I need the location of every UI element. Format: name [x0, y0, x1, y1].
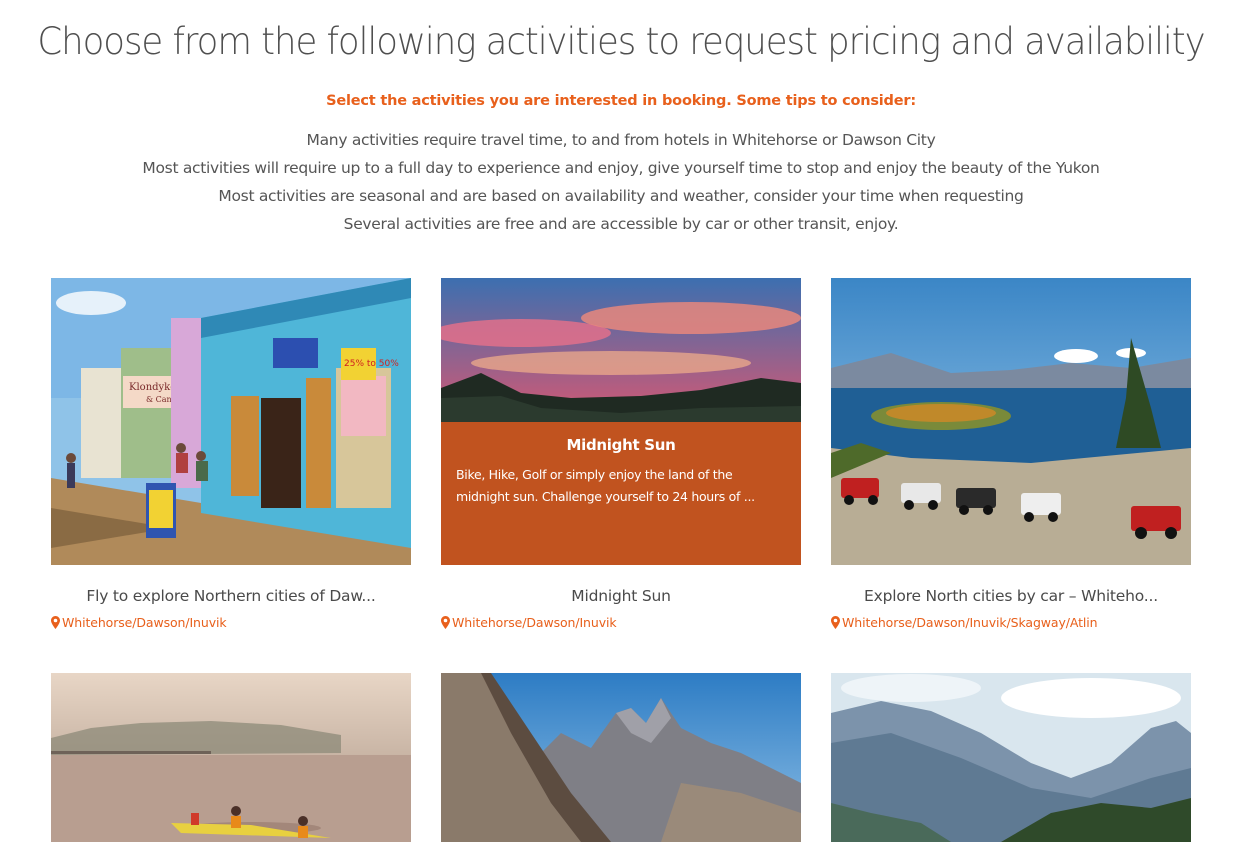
- map-marker-icon: [831, 616, 840, 629]
- activity-card[interactable]: Explore North cities by car – Whiteho...…: [831, 278, 1191, 630]
- activity-title[interactable]: Fly to explore Northern cities of Daw...: [51, 587, 411, 605]
- overlay-title: Midnight Sun: [566, 436, 676, 454]
- activity-image-midnight-sun[interactable]: Midnight Sun Bike, Hike, Golf or simply …: [441, 278, 801, 565]
- page: Choose from the following activities to …: [0, 0, 1242, 842]
- tip-item: Several activities are free and are acce…: [343, 215, 899, 233]
- activity-image-lake-jeeps[interactable]: [831, 278, 1191, 565]
- tips-heading: Select the activities you are interested…: [326, 93, 916, 109]
- activity-hover-overlay[interactable]: Midnight Sun Bike, Hike, Golf or simply …: [441, 422, 801, 565]
- activity-image-mountain-peaks[interactable]: [441, 673, 801, 842]
- activity-card[interactable]: [441, 673, 801, 842]
- page-title: Choose from the following activities to …: [37, 20, 1205, 63]
- activity-title[interactable]: Explore North cities by car – Whiteho...: [831, 587, 1191, 605]
- tip-item: Most activities are seasonal and are bas…: [218, 187, 1024, 205]
- svg-text:25% to 50%: 25% to 50%: [344, 359, 399, 369]
- activity-location-label: Whitehorse/Dawson/Inuvik: [62, 615, 227, 630]
- map-marker-icon: [51, 616, 60, 629]
- activity-image-misty-valley[interactable]: [831, 673, 1191, 842]
- map-marker-icon: [441, 616, 450, 629]
- activity-image-dawson-storefront[interactable]: Klondyke Cream & Candy 25% to 50%: [51, 278, 411, 565]
- activity-card[interactable]: [51, 673, 411, 842]
- tip-item: Many activities require travel time, to …: [306, 131, 936, 149]
- activity-location-label: Whitehorse/Dawson/Inuvik: [452, 615, 617, 630]
- activity-location: Whitehorse/Dawson/Inuvik: [51, 615, 227, 630]
- activity-location: Whitehorse/Dawson/Inuvik/Skagway/Atlin: [831, 615, 1098, 630]
- activity-card[interactable]: [831, 673, 1191, 842]
- tips-list: Many activities require travel time, to …: [0, 129, 1242, 241]
- tip-item: Most activities will require up to a ful…: [142, 159, 1100, 177]
- activity-location-label: Whitehorse/Dawson/Inuvik/Skagway/Atlin: [842, 615, 1098, 630]
- overlay-description: Bike, Hike, Golf or simply enjoy the lan…: [456, 467, 755, 504]
- activity-card[interactable]: Klondyke Cream & Candy 25% to 50%: [51, 278, 411, 630]
- activity-card[interactable]: Midnight Sun Bike, Hike, Golf or simply …: [441, 278, 801, 630]
- activity-location: Whitehorse/Dawson/Inuvik: [441, 615, 617, 630]
- activity-image-kayak-fog[interactable]: [51, 673, 411, 842]
- activity-title[interactable]: Midnight Sun: [441, 587, 801, 605]
